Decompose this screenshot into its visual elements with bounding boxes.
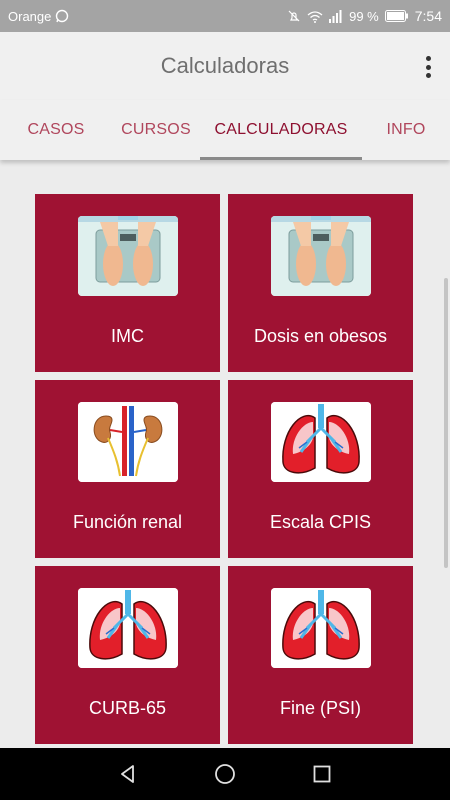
wifi-icon	[307, 10, 323, 23]
home-circle-icon	[215, 764, 235, 784]
more-vert-icon	[425, 56, 431, 61]
calculator-label: Fine (PSI)	[279, 698, 362, 718]
scrollbar[interactable]	[444, 278, 448, 568]
back-triangle-icon	[121, 765, 135, 783]
calculator-list[interactable]: IMC Dosis en obesos Función renal Escala…	[0, 160, 450, 748]
tab-bar: CASOS CURSOS CALCULADORAS INFO	[0, 100, 450, 160]
signal-icon	[329, 9, 343, 23]
lungs-icon	[271, 588, 371, 668]
calculator-card-imc[interactable]: IMC	[35, 194, 220, 372]
calculator-card-curb-65[interactable]: CURB-65	[35, 566, 220, 744]
tab-cursos[interactable]: CURSOS	[112, 100, 200, 160]
tab-casos[interactable]: CASOS	[0, 100, 112, 160]
calculator-label: Dosis en obesos	[253, 326, 388, 346]
app-bar: Calculadoras	[0, 32, 450, 100]
tab-info[interactable]: INFO	[362, 100, 450, 160]
page-title: Calculadoras	[160, 53, 290, 78]
navigation-bar	[0, 748, 450, 800]
calculator-card-funcion-renal[interactable]: Función renal	[35, 380, 220, 558]
recents-button[interactable]	[302, 754, 342, 794]
scale-icon	[78, 216, 178, 296]
calculator-grid: IMC Dosis en obesos Función renal Escala…	[35, 194, 415, 744]
kidneys-icon	[78, 402, 178, 482]
carrier-label: Orange	[8, 8, 52, 24]
scale-icon	[271, 216, 371, 296]
lungs-icon	[78, 588, 178, 668]
calculator-card-fine-psi[interactable]: Fine (PSI)	[228, 566, 413, 744]
clock: 7:54	[414, 8, 442, 24]
back-button[interactable]	[108, 754, 148, 794]
battery-percent: 99 %	[349, 8, 379, 24]
recents-square-icon	[313, 765, 331, 783]
calculator-card-escala-cpis[interactable]: Escala CPIS	[228, 380, 413, 558]
mute-icon	[287, 9, 301, 23]
calculator-label: Función renal	[72, 512, 183, 532]
status-bar: Orange 99 % 7:54	[0, 0, 450, 32]
calculator-label: Escala CPIS	[269, 512, 372, 532]
battery-icon	[384, 10, 409, 22]
whatsapp-icon	[55, 9, 69, 23]
calculator-label: CURB-65	[88, 698, 167, 718]
calculator-label: IMC	[111, 326, 144, 346]
home-button[interactable]	[205, 754, 245, 794]
lungs-icon	[271, 402, 371, 482]
calculator-card-dosis-obesos[interactable]: Dosis en obesos	[228, 194, 413, 372]
tab-calculadoras[interactable]: CALCULADORAS	[200, 100, 362, 160]
overflow-menu-button[interactable]	[418, 54, 438, 80]
